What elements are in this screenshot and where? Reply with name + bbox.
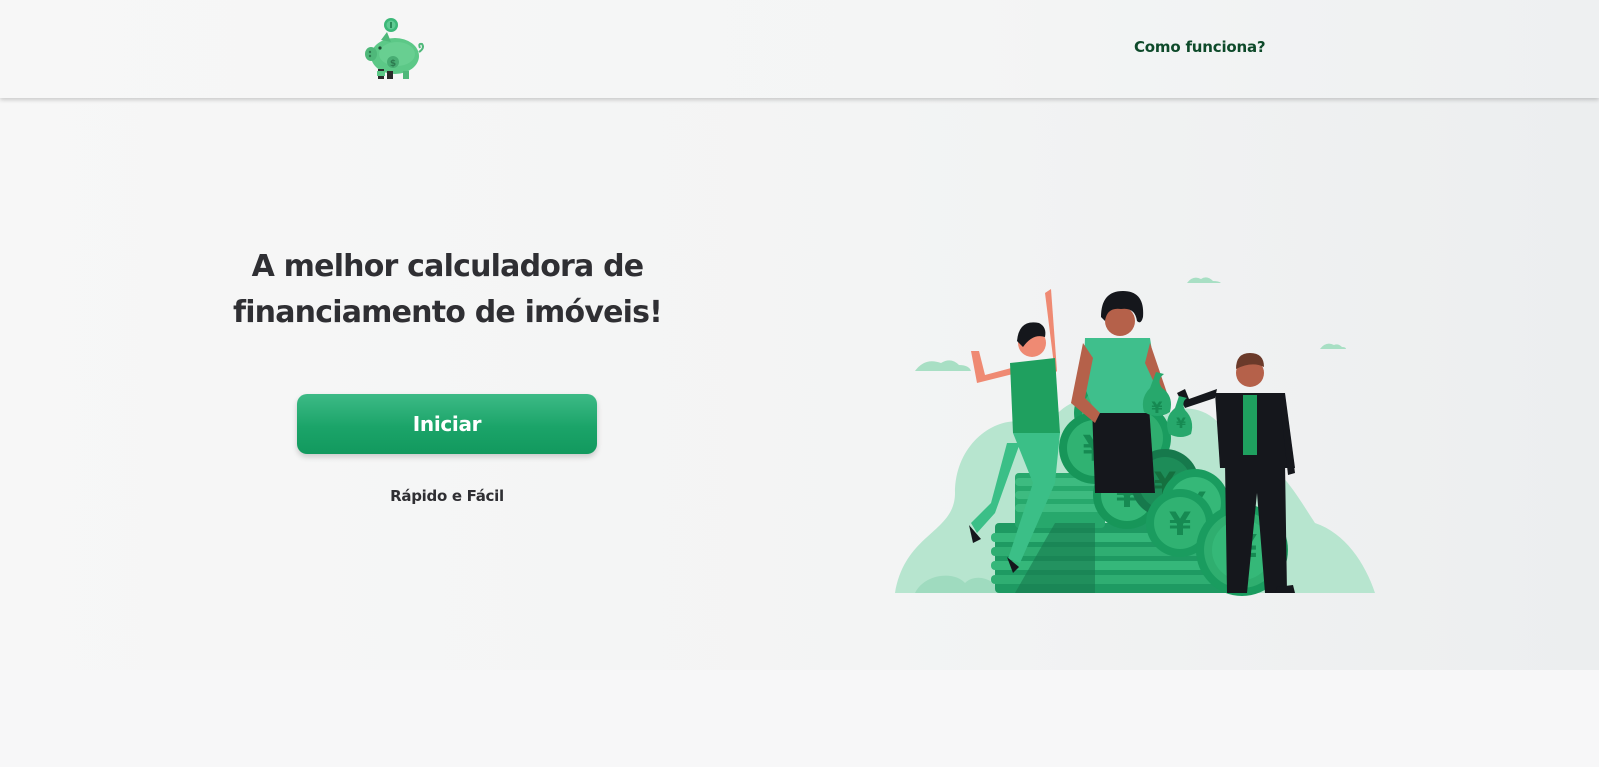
hero-section: A melhor calculadora de financiamento de… — [0, 98, 1599, 670]
page-title: A melhor calculadora de financiamento de… — [232, 249, 663, 330]
svg-text:¥: ¥ — [1176, 416, 1186, 432]
cloud-icon — [1187, 277, 1221, 283]
site-header: $ Como funciona? — [0, 0, 1599, 98]
people-celebrating-money-illustration: ¥ ¥ ¥ ¥ ¥ ¥ ¥ ¥ — [895, 277, 1375, 596]
page-footer-area — [0, 670, 1599, 767]
start-button[interactable]: Iniciar — [297, 394, 597, 454]
nav-how-it-works-link[interactable]: Como funciona? — [1134, 38, 1266, 56]
svg-text:¥: ¥ — [1151, 398, 1162, 417]
svg-text:¥: ¥ — [1169, 505, 1191, 543]
cloud-icon — [915, 360, 971, 371]
subtitle-text: Rápido e Fácil — [390, 487, 504, 505]
svg-text:$: $ — [390, 59, 396, 69]
cloud-icon — [1320, 343, 1346, 349]
piggy-bank-logo-icon[interactable]: $ — [363, 16, 427, 82]
